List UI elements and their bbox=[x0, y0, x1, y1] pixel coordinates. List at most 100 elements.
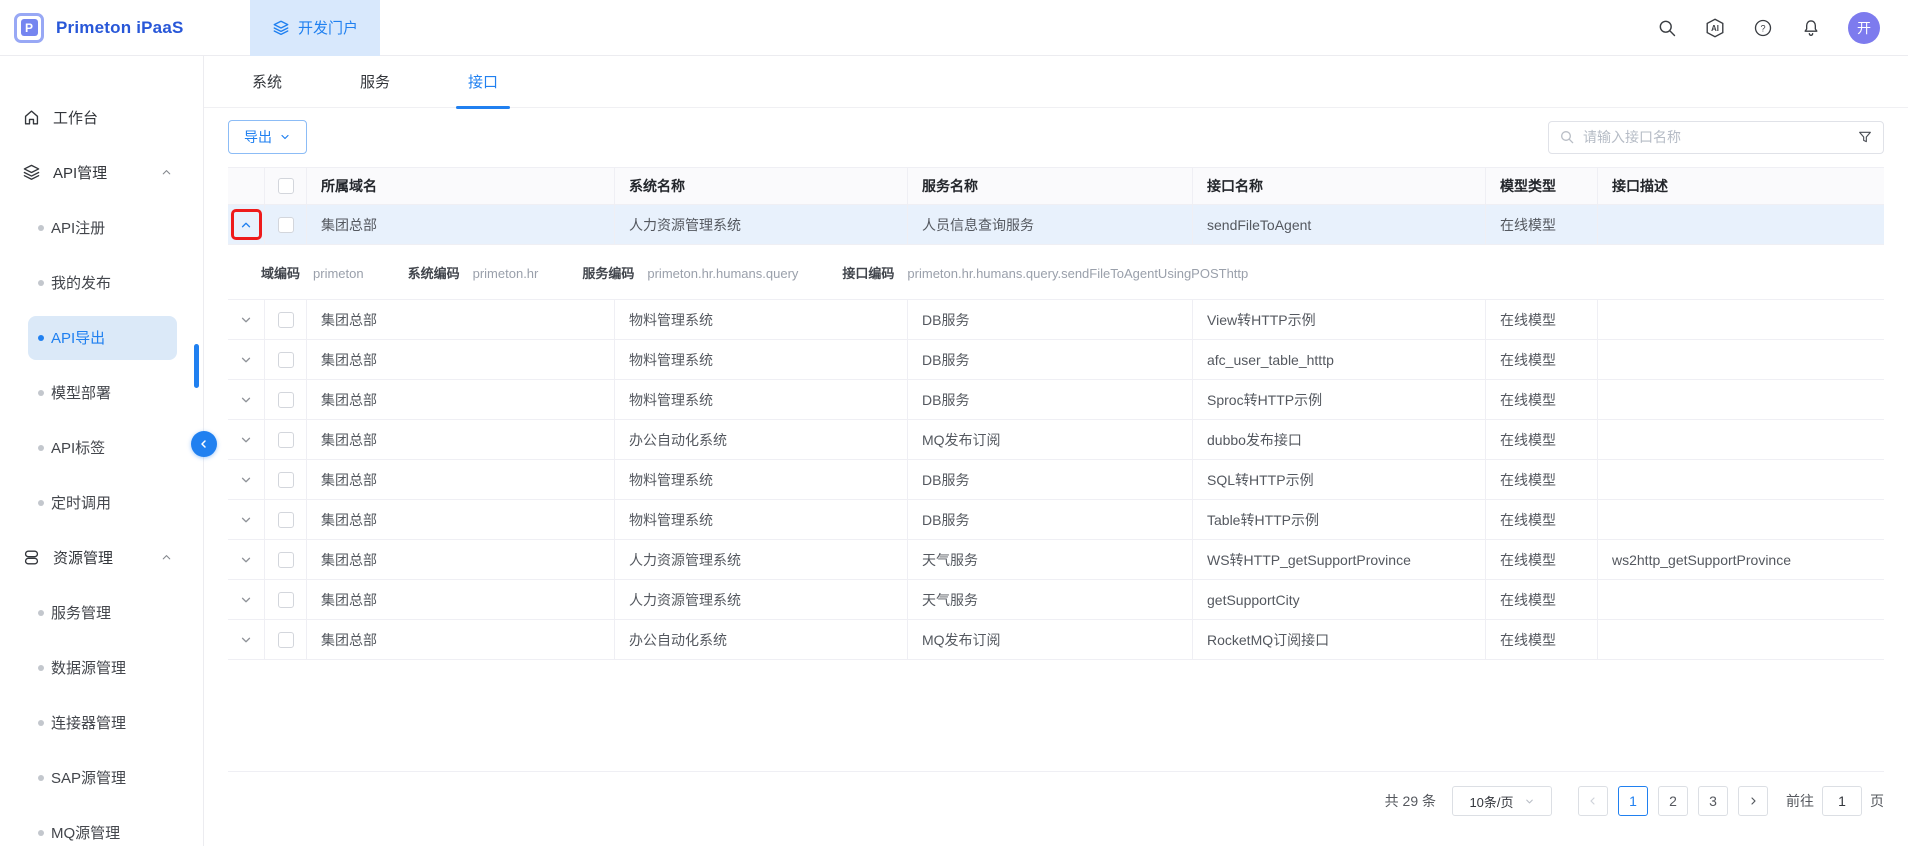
table-row[interactable]: 集团总部 物料管理系统 DB服务 afc_user_table_htttp 在线… bbox=[228, 340, 1884, 380]
cell-service: DB服务 bbox=[908, 340, 1193, 380]
table-row[interactable]: 集团总部 办公自动化系统 MQ发布订阅 RocketMQ订阅接口 在线模型 bbox=[228, 620, 1884, 660]
row-expand-toggle[interactable] bbox=[228, 340, 265, 380]
cell-model: 在线模型 bbox=[1486, 205, 1598, 245]
chevron-up-icon bbox=[160, 551, 173, 564]
row-checkbox[interactable] bbox=[278, 512, 294, 528]
table-row[interactable]: 集团总部 人力资源管理系统 天气服务 getSupportCity 在线模型 bbox=[228, 580, 1884, 620]
cell-model: 在线模型 bbox=[1486, 420, 1598, 460]
sidebar-item-资源管理[interactable]: 资源管理 bbox=[0, 530, 203, 585]
row-checkbox[interactable] bbox=[278, 352, 294, 368]
row-expand-toggle[interactable] bbox=[228, 620, 265, 660]
row-expand-toggle[interactable] bbox=[228, 380, 265, 420]
cell-system: 人力资源管理系统 bbox=[615, 205, 908, 245]
table-row[interactable]: 集团总部 物料管理系统 DB服务 Sproc转HTTP示例 在线模型 bbox=[228, 380, 1884, 420]
cell-description bbox=[1598, 500, 1884, 540]
sidebar-item-工作台[interactable]: 工作台 bbox=[0, 90, 203, 145]
ai-assistant-icon[interactable]: AI bbox=[1704, 17, 1726, 39]
cell-system: 人力资源管理系统 bbox=[615, 540, 908, 580]
layers-icon bbox=[22, 163, 41, 182]
row-checkbox[interactable] bbox=[278, 632, 294, 648]
cell-description bbox=[1598, 205, 1884, 245]
svg-text:?: ? bbox=[1760, 23, 1765, 33]
row-checkbox[interactable] bbox=[278, 552, 294, 568]
sidebar-item-我的发布[interactable]: 我的发布 bbox=[0, 255, 203, 310]
help-icon[interactable]: ? bbox=[1752, 17, 1774, 39]
cell-system: 办公自动化系统 bbox=[615, 420, 908, 460]
sidebar-item-模型部署[interactable]: 模型部署 bbox=[0, 365, 203, 420]
page-number-button-1[interactable]: 1 bbox=[1618, 786, 1648, 816]
row-checkbox[interactable] bbox=[278, 312, 294, 328]
search-input[interactable] bbox=[1583, 129, 1849, 145]
sidebar-item-SAP源管理[interactable]: SAP源管理 bbox=[0, 750, 203, 805]
page-number-button-2[interactable]: 2 bbox=[1658, 786, 1688, 816]
sidebar-collapse-toggle[interactable] bbox=[191, 431, 217, 457]
sidebar-item-API导出[interactable]: API导出 bbox=[0, 310, 203, 365]
row-expand-toggle[interactable] bbox=[228, 420, 265, 460]
cell-model: 在线模型 bbox=[1486, 460, 1598, 500]
chevron-right-icon bbox=[1747, 795, 1759, 807]
tab-接口[interactable]: 接口 bbox=[456, 56, 510, 108]
avatar[interactable]: 开 bbox=[1848, 12, 1880, 44]
sidebar-item-定时调用[interactable]: 定时调用 bbox=[0, 475, 203, 530]
search-icon[interactable] bbox=[1656, 17, 1678, 39]
table-row[interactable]: 集团总部 办公自动化系统 MQ发布订阅 dubbo发布接口 在线模型 bbox=[228, 420, 1884, 460]
cell-service: MQ发布订阅 bbox=[908, 620, 1193, 660]
row-expand-toggle[interactable] bbox=[228, 205, 265, 245]
cell-domain: 集团总部 bbox=[307, 460, 615, 500]
chevron-down-icon bbox=[239, 633, 253, 647]
row-expand-toggle[interactable] bbox=[228, 300, 265, 340]
interface-code-value: primeton.hr.humans.query.sendFileToAgent… bbox=[907, 266, 1248, 281]
sidebar-item-API管理[interactable]: API管理 bbox=[0, 145, 203, 200]
header-checkbox-cell bbox=[265, 168, 307, 205]
table-row[interactable]: 集团总部 人力资源管理系统 天气服务 WS转HTTP_getSupportPro… bbox=[228, 540, 1884, 580]
row-expand-toggle[interactable] bbox=[228, 580, 265, 620]
cell-model: 在线模型 bbox=[1486, 580, 1598, 620]
row-checkbox-cell bbox=[265, 620, 307, 660]
sidebar-item-MQ源管理[interactable]: MQ源管理 bbox=[0, 805, 203, 846]
table-row[interactable]: 集团总部 物料管理系统 DB服务 View转HTTP示例 在线模型 bbox=[228, 300, 1884, 340]
filter-funnel-icon[interactable] bbox=[1857, 129, 1873, 145]
page-size-select[interactable]: 10条/页 bbox=[1452, 786, 1552, 816]
notification-icon[interactable] bbox=[1800, 17, 1822, 39]
table-row[interactable]: 集团总部 人力资源管理系统 人员信息查询服务 sendFileToAgent 在… bbox=[228, 205, 1884, 245]
sidebar-item-连接器管理[interactable]: 连接器管理 bbox=[0, 695, 203, 750]
goto-page-input[interactable] bbox=[1822, 786, 1862, 816]
sidebar-item-API注册[interactable]: API注册 bbox=[0, 200, 203, 255]
row-expand-toggle[interactable] bbox=[228, 500, 265, 540]
cell-description bbox=[1598, 580, 1884, 620]
row-checkbox[interactable] bbox=[278, 392, 294, 408]
row-checkbox[interactable] bbox=[278, 472, 294, 488]
sidebar-item-API标签[interactable]: API标签 bbox=[0, 420, 203, 475]
select-all-checkbox[interactable] bbox=[278, 178, 294, 194]
next-page-button[interactable] bbox=[1738, 786, 1768, 816]
tab-系统[interactable]: 系统 bbox=[240, 56, 294, 108]
row-checkbox[interactable] bbox=[278, 432, 294, 448]
table-row[interactable]: 集团总部 物料管理系统 DB服务 SQL转HTTP示例 在线模型 bbox=[228, 460, 1884, 500]
row-checkbox[interactable] bbox=[278, 217, 294, 233]
cell-interface: Table转HTTP示例 bbox=[1193, 500, 1486, 540]
chevron-down-icon bbox=[239, 553, 253, 567]
cell-service: MQ发布订阅 bbox=[908, 420, 1193, 460]
cell-system: 物料管理系统 bbox=[615, 380, 908, 420]
tab-dev-portal[interactable]: 开发门户 bbox=[250, 0, 380, 56]
cell-model: 在线模型 bbox=[1486, 620, 1598, 660]
service-code-label: 服务编码 bbox=[582, 263, 634, 282]
sidebar-item-服务管理[interactable]: 服务管理 bbox=[0, 585, 203, 640]
row-checkbox-cell bbox=[265, 340, 307, 380]
chevron-down-icon bbox=[239, 353, 253, 367]
table-row[interactable]: 集团总部 物料管理系统 DB服务 Table转HTTP示例 在线模型 bbox=[228, 500, 1884, 540]
prev-page-button[interactable] bbox=[1578, 786, 1608, 816]
row-checkbox-cell bbox=[265, 580, 307, 620]
cell-domain: 集团总部 bbox=[307, 380, 615, 420]
row-checkbox[interactable] bbox=[278, 592, 294, 608]
cell-domain: 集团总部 bbox=[307, 580, 615, 620]
page-number-button-3[interactable]: 3 bbox=[1698, 786, 1728, 816]
row-checkbox-cell bbox=[265, 205, 307, 245]
row-expand-toggle[interactable] bbox=[228, 540, 265, 580]
top-navbar: P Primeton iPaaS 开发门户 AI ? 开 bbox=[0, 0, 1908, 56]
app-window: P Primeton iPaaS 开发门户 AI ? 开 bbox=[0, 0, 1908, 846]
sidebar-item-数据源管理[interactable]: 数据源管理 bbox=[0, 640, 203, 695]
export-button[interactable]: 导出 bbox=[228, 120, 307, 154]
tab-服务[interactable]: 服务 bbox=[348, 56, 402, 108]
row-expand-toggle[interactable] bbox=[228, 460, 265, 500]
